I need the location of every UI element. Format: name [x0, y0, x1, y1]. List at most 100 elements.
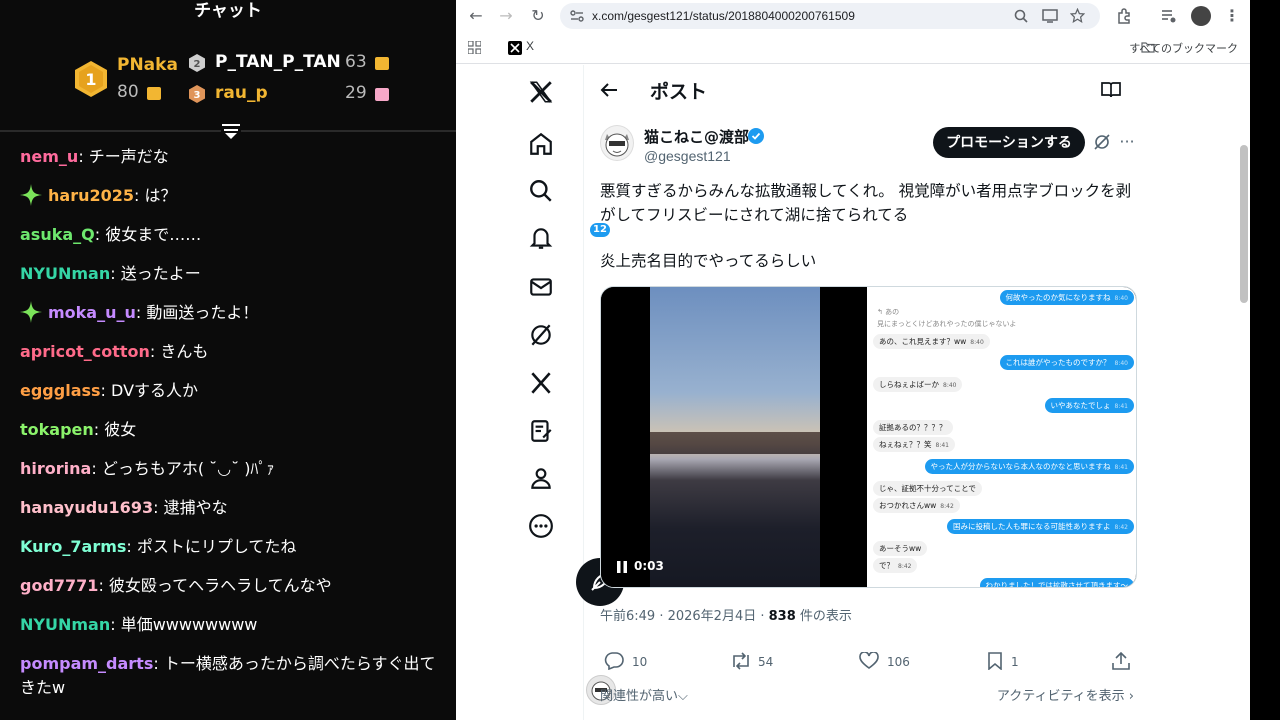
- bubble-text: あーそうww: [879, 544, 922, 553]
- bookmark-count: 1: [1011, 655, 1019, 669]
- received-bubble: あの、これ見えます？ww 8:40: [873, 334, 990, 349]
- zoom-icon[interactable]: [1014, 9, 1028, 23]
- post-text: 悪質すぎるからみんな拡散通報してくれ。 視覚障がい者用点字ブロックを剥がしてフリ…: [600, 179, 1140, 273]
- chat-messages: nem_u: チー声だな haru2025: は？ asuka_Q: 彼女まで…… N…: [20, 145, 450, 715]
- chat-username[interactable]: NYUNman: [20, 615, 110, 634]
- media-controls-icon[interactable]: [1161, 8, 1177, 24]
- bubble-time: 8:41: [935, 442, 949, 449]
- search-icon[interactable]: [528, 178, 554, 204]
- grok-icon[interactable]: [528, 322, 554, 348]
- bubble-text: いやあなたでしょ: [1050, 401, 1111, 410]
- sent-bubble: いやあなたでしょ 8:41: [1044, 398, 1134, 413]
- chat-text: きんも: [160, 342, 209, 361]
- back-arrow-icon[interactable]: [599, 80, 619, 100]
- star-icon[interactable]: [1070, 8, 1085, 23]
- forward-icon[interactable]: →: [496, 6, 516, 26]
- post-text-line: 炎上売名目的でやってるらしい: [600, 252, 817, 270]
- video-player[interactable]: 0:03: [601, 287, 867, 587]
- chat-message: Kuro_7arms: ポストにリプしてたね: [20, 535, 450, 559]
- chat-username[interactable]: moka_u_u: [48, 303, 136, 322]
- view-activity-link[interactable]: アクティビティを表示 ›: [997, 685, 1134, 704]
- chat-username[interactable]: apricot_cotton: [20, 342, 150, 361]
- page-title: ポスト: [650, 81, 708, 103]
- bookmark-icon: [988, 652, 1002, 670]
- chat-screenshot: 何故やったのか気になりますね 8:40 ↰ あの 見にまっとくけどあれやったの僕じゃな…: [867, 287, 1136, 587]
- chat-username[interactable]: god7771: [20, 576, 98, 595]
- back-icon[interactable]: ←: [466, 6, 486, 26]
- chat-username[interactable]: pompam_darts: [20, 654, 153, 673]
- bubble-text: あの、これ見えます？ww: [879, 337, 967, 346]
- reader-icon[interactable]: [1100, 80, 1122, 100]
- bookmark-x[interactable]: X: [526, 39, 534, 53]
- articles-icon[interactable]: [528, 418, 554, 444]
- chat-username[interactable]: asuka_Q: [20, 225, 95, 244]
- sort-relevance[interactable]: 関連性が高い⌵: [600, 685, 688, 704]
- chat-text: どっちもアホ( ˘◡˘ )ﾊﾟｧ: [101, 459, 275, 478]
- chat-username[interactable]: hanayudu1693: [20, 498, 153, 517]
- x-logo-icon[interactable]: [528, 79, 554, 105]
- chat-separator: :: [91, 459, 102, 478]
- author-handle[interactable]: @gesgest121: [644, 148, 731, 164]
- messages-icon[interactable]: [528, 274, 554, 300]
- browser-window: ← → ↻ x.com/gesgest121/status/2018804000…: [456, 0, 1250, 720]
- author-avatar[interactable]: [600, 125, 634, 161]
- chat-username[interactable]: Kuro_7arms: [20, 537, 126, 556]
- verified-badge-icon: [748, 128, 764, 144]
- post-media[interactable]: 0:03 何故やったのか気になりますね 8:40 ↰ あの 見にまっとくけどあれやった…: [600, 286, 1137, 588]
- chat-text: 動画送ったよ！: [146, 303, 259, 322]
- chat-username[interactable]: hirorina: [20, 459, 91, 478]
- chat-separator: :: [135, 303, 147, 322]
- post-timestamp[interactable]: 午前6:49 · 2026年2月4日 ·: [600, 609, 769, 624]
- reply-count: 10: [632, 655, 648, 669]
- x-page: 12 ポスト 猫こねこ@渡部 @gesgest121 プロモーションする ···…: [456, 65, 1250, 720]
- pause-icon[interactable]: [617, 561, 627, 573]
- chat-separator: :: [149, 342, 161, 361]
- url-text[interactable]: x.com/gesgest121/status/2018804000200761…: [592, 3, 855, 29]
- bubble-time: 8:41: [1114, 403, 1128, 410]
- chat-username[interactable]: nem_u: [20, 147, 78, 166]
- chat-message: NYUNman: 単価wwwwwwww: [20, 613, 450, 637]
- more-icon[interactable]: ···: [1118, 133, 1136, 151]
- chat-text: は？: [144, 186, 177, 205]
- rank3-name: rau_p: [215, 83, 268, 103]
- notifications-icon[interactable]: [528, 225, 554, 251]
- sent-bubble: 何故やったのか気になりますね 8:40: [999, 290, 1134, 305]
- x-favicon-icon: [508, 41, 522, 55]
- author-name[interactable]: 猫こねこ@渡部: [644, 126, 749, 147]
- menu-icon[interactable]: ⋮: [1222, 6, 1242, 26]
- chat-username[interactable]: haru2025: [48, 186, 134, 205]
- chat-username[interactable]: tokapen: [20, 420, 94, 439]
- all-bookmarks[interactable]: すべてのブックマーク: [1129, 40, 1238, 56]
- chat-message: pompam_darts: トー横感あったから調べたらすぐ出てきたw: [20, 652, 450, 700]
- home-icon[interactable]: [528, 131, 554, 157]
- repost-icon: [733, 652, 749, 670]
- scrollbar[interactable]: [1240, 145, 1248, 303]
- bubble-time: 8:42: [1114, 524, 1128, 531]
- view-count: 838: [768, 609, 796, 624]
- chat-username[interactable]: NYUNman: [20, 264, 110, 283]
- gift-icon: [375, 88, 389, 101]
- chat-message: nem_u: チー声だな: [20, 145, 450, 169]
- profile-icon[interactable]: [528, 465, 554, 491]
- received-bubble: しらねぇよばーか 8:40: [873, 377, 963, 392]
- install-app-icon[interactable]: [1042, 9, 1058, 23]
- gift-icon: [147, 87, 161, 100]
- reload-icon[interactable]: ↻: [528, 6, 548, 26]
- grok-icon[interactable]: [1093, 133, 1111, 151]
- profile-avatar[interactable]: [1191, 6, 1211, 26]
- premium-icon[interactable]: [528, 370, 554, 396]
- bubble-time: 8:40: [970, 339, 984, 346]
- bubble-text: で？: [879, 561, 894, 570]
- collapse-icon[interactable]: [221, 121, 241, 141]
- bubble-time: 8:42: [940, 503, 954, 510]
- sent-bubble: これは誰がやったものですか？ 8:40: [999, 355, 1134, 370]
- apps-grid-icon[interactable]: [468, 41, 481, 54]
- chat-username[interactable]: eggglass: [20, 381, 101, 400]
- more-options-icon[interactable]: [528, 513, 554, 539]
- extensions-icon[interactable]: [1116, 8, 1132, 24]
- promote-button[interactable]: プロモーションする: [933, 127, 1085, 158]
- site-settings-icon[interactable]: [570, 10, 584, 22]
- address-bar[interactable]: x.com/gesgest121/status/2018804000200761…: [560, 3, 1100, 29]
- chat-separator: :: [94, 225, 106, 244]
- view-label: 件の表示: [795, 609, 852, 624]
